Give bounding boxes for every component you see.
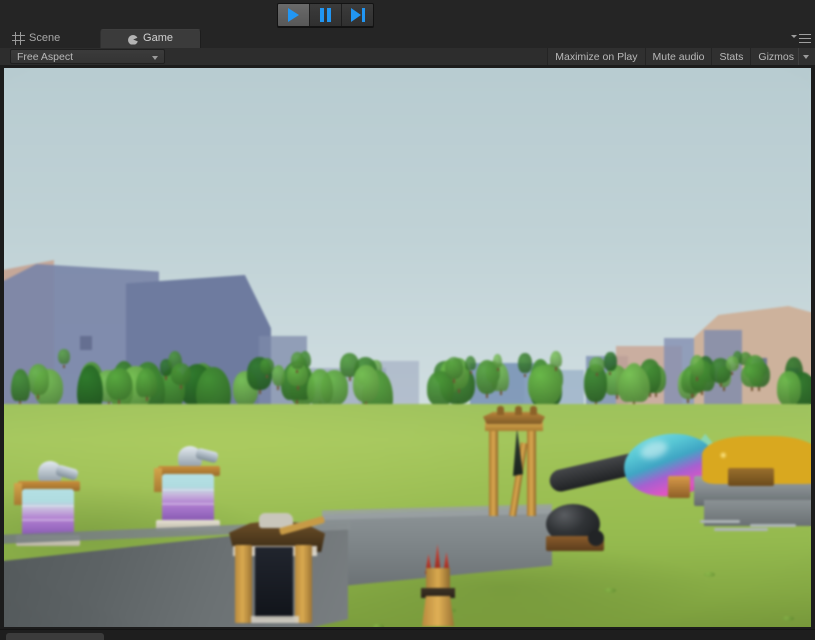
play-button[interactable] <box>278 4 310 26</box>
step-icon <box>350 8 365 22</box>
play-controls-group <box>277 3 374 27</box>
game-view-frame <box>0 65 815 630</box>
panel-tab-strip: Scene Game <box>0 28 815 49</box>
tab-scene-label: Scene <box>29 31 61 44</box>
pause-icon <box>320 8 331 22</box>
unity-editor-window: Scene Game Free Aspect Maximize on Play … <box>0 0 815 640</box>
aspect-ratio-label: Free Aspect <box>17 50 74 63</box>
wooden-gate <box>229 513 326 623</box>
step-button[interactable] <box>342 4 373 26</box>
gizmos-dropdown-button[interactable] <box>798 48 815 65</box>
play-icon <box>288 8 299 22</box>
chevron-down-icon <box>152 56 158 60</box>
bottom-tab-stub[interactable] <box>6 633 104 640</box>
play-control-bar <box>0 0 815 28</box>
hamburger-menu-icon <box>799 34 811 43</box>
gold-treasure <box>694 428 811 538</box>
tab-game-label: Game <box>143 32 173 44</box>
chevron-down-icon <box>791 35 797 38</box>
game-pacman-icon <box>128 34 139 45</box>
tab-scene[interactable]: Scene <box>4 29 72 48</box>
bottom-panel-edge <box>0 629 815 640</box>
trebuchet <box>483 406 549 517</box>
game-view-toolbar: Free Aspect Maximize on Play Mute audio … <box>0 48 815 66</box>
scene-grid-icon <box>12 32 25 45</box>
tab-game[interactable]: Game <box>100 29 201 48</box>
mute-audio-toggle[interactable]: Mute audio <box>644 48 712 65</box>
chevron-down-icon <box>803 54 809 59</box>
stats-toggle[interactable]: Stats <box>711 48 751 65</box>
panel-options-button[interactable] <box>790 32 812 45</box>
gizmos-toggle[interactable]: Gizmos <box>750 48 798 65</box>
aspect-ratio-dropdown[interactable]: Free Aspect <box>10 49 165 64</box>
pause-button[interactable] <box>310 4 342 26</box>
game-viewport[interactable] <box>4 68 811 627</box>
game-toolbar-right-group: Maximize on Play Mute audio Stats Gizmos <box>547 48 815 65</box>
maximize-on-play-toggle[interactable]: Maximize on Play <box>547 48 645 65</box>
rocket-tower <box>418 538 458 626</box>
